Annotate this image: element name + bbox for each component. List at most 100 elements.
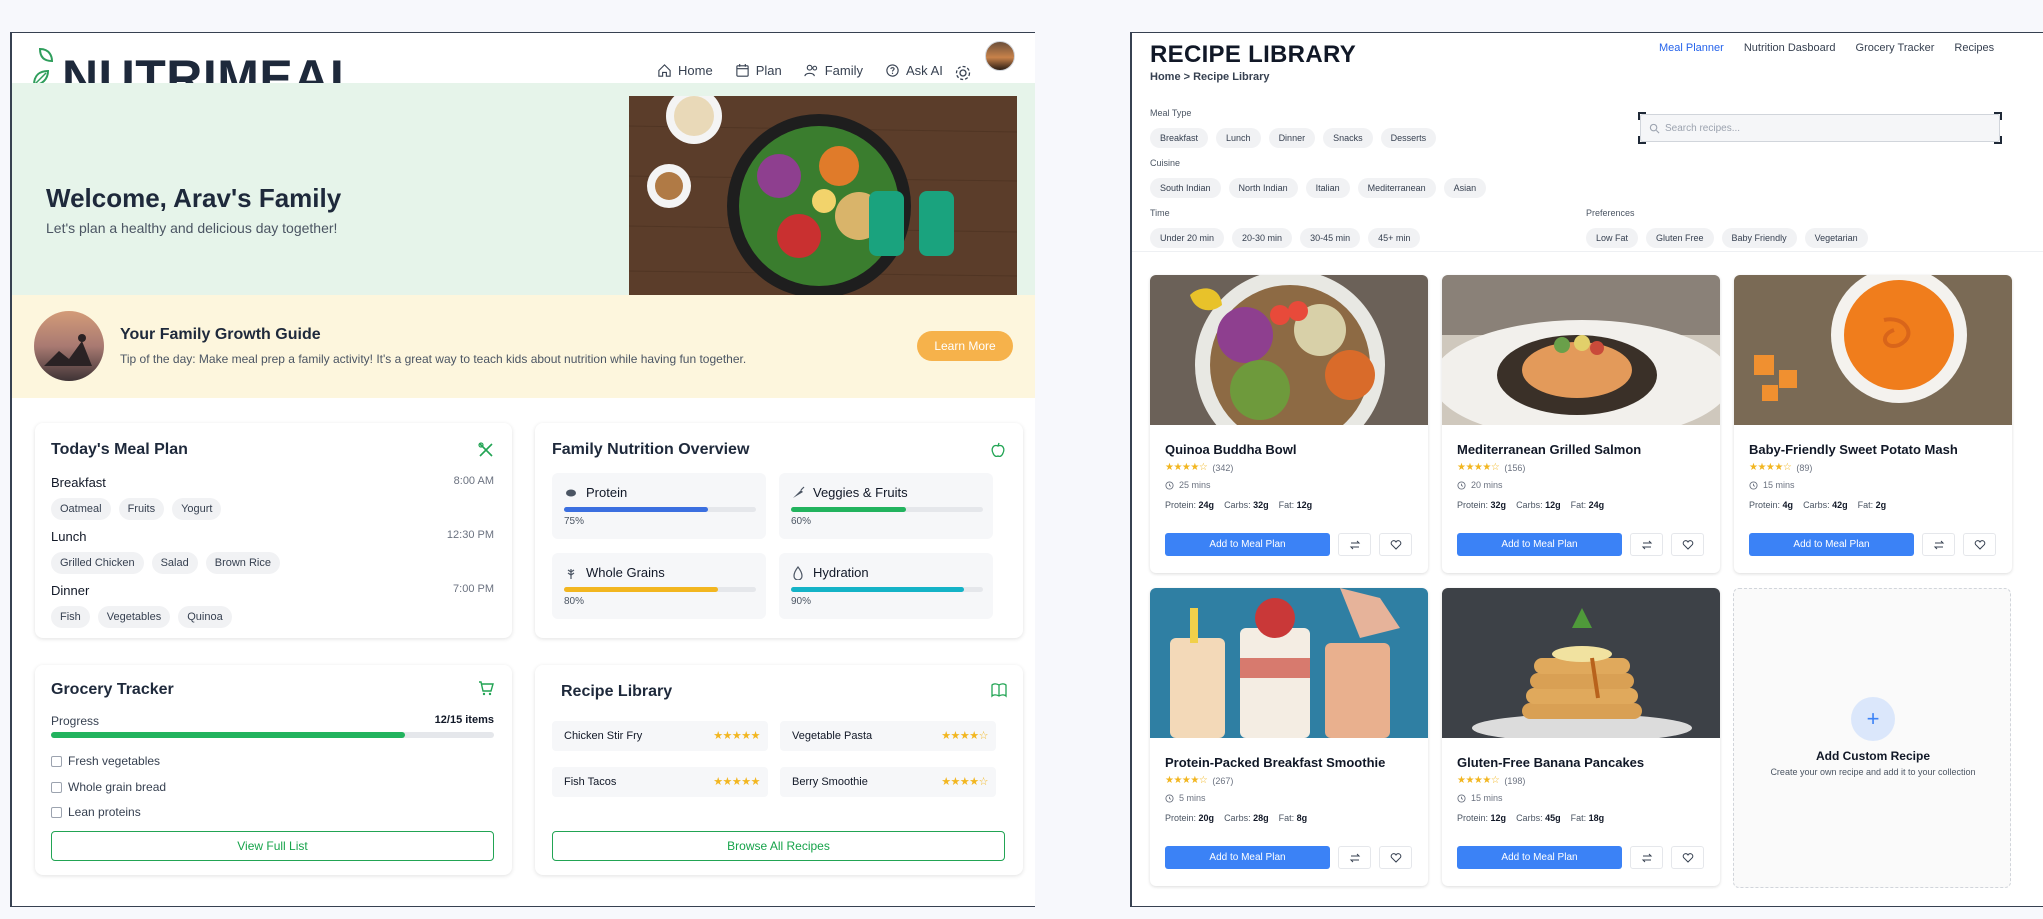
filter-chip[interactable]: Desserts	[1380, 128, 1437, 148]
checkbox[interactable]	[51, 806, 62, 818]
swap-button[interactable]	[1922, 533, 1955, 556]
star-rating: ★★★★★	[713, 776, 760, 788]
grocery-item[interactable]: Fresh vegetables	[51, 754, 160, 768]
favorite-button[interactable]	[1671, 846, 1704, 869]
recipe-card[interactable]: Quinoa Buddha Bowl ★★★★☆ (342) 25 mins Pr…	[1150, 275, 1428, 573]
filter-label-meal-type: Meal Type	[1150, 108, 1192, 118]
nav-family[interactable]: Family	[804, 63, 863, 78]
meal-name: Dinner	[51, 583, 90, 598]
meal-row-breakfast[interactable]: Breakfast 8:00 AM Oatmeal Fruits Yogurt	[51, 475, 494, 520]
users-icon	[804, 64, 817, 77]
meal-row-lunch[interactable]: Lunch 12:30 PM Grilled Chicken Salad Bro…	[51, 529, 494, 574]
book-icon	[991, 683, 1007, 698]
selection-corner	[1994, 136, 2002, 144]
filter-group-time: Under 20 min 20-30 min 30-45 min 45+ min	[1150, 228, 1421, 248]
learn-more-button[interactable]: Learn More	[917, 331, 1013, 361]
filter-chip[interactable]: Lunch	[1216, 128, 1261, 148]
recipe-card[interactable]: Baby-Friendly Sweet Potato Mash ★★★★☆ (89…	[1734, 275, 2012, 573]
favorite-button[interactable]	[1379, 533, 1412, 556]
search-input[interactable]: Search recipes...	[1640, 114, 2000, 142]
nav-grocery-tracker[interactable]: Grocery Tracker	[1856, 42, 1935, 54]
recipe-name: Vegetable Pasta	[792, 730, 873, 742]
filter-chip[interactable]: South Indian	[1150, 178, 1221, 198]
favorite-button[interactable]	[1379, 846, 1412, 869]
recipe-macros: Protein: 24g Carbs: 32g Fat: 12g	[1165, 500, 1312, 510]
checkbox[interactable]	[51, 755, 62, 767]
nav-meal-planner[interactable]: Meal Planner	[1659, 42, 1724, 54]
filter-group-meal-type: Breakfast Lunch Dinner Snacks Desserts	[1150, 128, 1437, 148]
filter-chip[interactable]: 45+ min	[1368, 228, 1421, 248]
meal-row-dinner[interactable]: Dinner 7:00 PM Fish Vegetables Quinoa	[51, 583, 494, 628]
grocery-progress-label: Progress	[51, 714, 100, 728]
fat-value: 12g	[1296, 500, 1313, 510]
recipe-card[interactable]: Gluten-Free Banana Pancakes ★★★★☆ (198) 1…	[1442, 588, 1720, 886]
add-to-meal-plan-button[interactable]: Add to Meal Plan	[1457, 846, 1622, 869]
swap-button[interactable]	[1630, 846, 1663, 869]
carbs-value: 42g	[1832, 500, 1848, 510]
breadcrumb[interactable]: Home > Recipe Library	[1150, 71, 1270, 83]
filter-chip[interactable]: Dinner	[1268, 128, 1316, 148]
swap-button[interactable]	[1338, 533, 1371, 556]
water-drop-icon	[793, 565, 803, 580]
macro-label: Carbs:	[1803, 500, 1830, 510]
nav-nutrition-dashboard[interactable]: Nutrition Dasboard	[1744, 42, 1836, 54]
filter-chip[interactable]: 30-45 min	[1300, 228, 1361, 248]
filter-chip[interactable]: Snacks	[1323, 128, 1373, 148]
add-to-meal-plan-button[interactable]: Add to Meal Plan	[1165, 846, 1330, 869]
recipe-rating: ★★★★☆ (89)	[1749, 462, 1812, 473]
swap-icon	[1349, 540, 1360, 549]
recipe-list-item[interactable]: Vegetable Pasta ★★★★☆	[780, 721, 996, 751]
filter-chip[interactable]: Asian	[1443, 178, 1487, 198]
view-full-list-button[interactable]: View Full List	[51, 831, 494, 861]
selection-corner	[1638, 112, 1646, 120]
nav-ask-ai[interactable]: Ask AI	[885, 63, 943, 78]
swap-icon	[1349, 853, 1360, 862]
nutrition-percent: 90%	[791, 596, 812, 607]
nutrition-label: Whole Grains	[586, 565, 665, 580]
grocery-tracker-card: Grocery Tracker Progress 12/15 items Fre…	[35, 665, 512, 875]
filter-chip[interactable]: 20-30 min	[1232, 228, 1293, 248]
yoga-silhouette-image	[34, 311, 104, 381]
gear-icon[interactable]	[954, 64, 972, 82]
browse-all-recipes-button[interactable]: Browse All Recipes	[552, 831, 1005, 861]
add-to-meal-plan-button[interactable]: Add to Meal Plan	[1457, 533, 1622, 556]
swap-button[interactable]	[1338, 846, 1371, 869]
recipe-time: 25 mins	[1165, 480, 1211, 490]
swap-button[interactable]	[1630, 533, 1663, 556]
filter-chip[interactable]: Gluten Free	[1646, 228, 1714, 248]
filter-chip[interactable]: Vegetarian	[1804, 228, 1868, 248]
grocery-title: Grocery Tracker	[51, 681, 174, 698]
recipe-list-item[interactable]: Chicken Stir Fry ★★★★★	[552, 721, 768, 751]
nav-home-label: Home	[678, 63, 713, 78]
recipe-library-page: RECIPE LIBRARY Home > Recipe Library Mea…	[1130, 32, 2043, 907]
avatar[interactable]	[985, 41, 1015, 71]
heart-icon	[1390, 539, 1401, 550]
plus-icon[interactable]: +	[1851, 697, 1895, 741]
add-to-meal-plan-button[interactable]: Add to Meal Plan	[1165, 533, 1330, 556]
filter-chip[interactable]: Under 20 min	[1150, 228, 1225, 248]
filter-chip[interactable]: Low Fat	[1586, 228, 1639, 248]
recipe-card[interactable]: Mediterranean Grilled Salmon ★★★★☆ (156) …	[1442, 275, 1720, 573]
filter-chip[interactable]: Breakfast	[1150, 128, 1209, 148]
nav-recipes[interactable]: Recipes	[1954, 42, 1994, 54]
filter-chip[interactable]: Mediterranean	[1357, 178, 1436, 198]
recipe-macros: Protein: 32g Carbs: 12g Fat: 24g	[1457, 500, 1604, 510]
filter-chip[interactable]: Italian	[1305, 178, 1350, 198]
grocery-item[interactable]: Whole grain bread	[51, 780, 166, 794]
favorite-button[interactable]	[1963, 533, 1996, 556]
filter-chip[interactable]: Baby Friendly	[1721, 228, 1797, 248]
favorite-button[interactable]	[1671, 533, 1704, 556]
nav-plan[interactable]: Plan	[735, 63, 782, 78]
nav-home[interactable]: Home	[657, 63, 713, 78]
add-to-meal-plan-button[interactable]: Add to Meal Plan	[1749, 533, 1914, 556]
filter-chip[interactable]: North Indian	[1228, 178, 1298, 198]
nutrition-label: Hydration	[813, 565, 869, 580]
recipe-list-item[interactable]: Fish Tacos ★★★★★	[552, 767, 768, 797]
recipe-list-item[interactable]: Berry Smoothie ★★★★☆	[780, 767, 996, 797]
grocery-item[interactable]: Lean proteins	[51, 805, 141, 819]
checkbox[interactable]	[51, 781, 62, 793]
recipe-card[interactable]: Protein-Packed Breakfast Smoothie ★★★★☆ (…	[1150, 588, 1428, 886]
protein-value: 4g	[1782, 500, 1794, 510]
recipe-rating: ★★★★☆ (156)	[1457, 462, 1525, 473]
add-custom-recipe-card[interactable]: + Add Custom Recipe Create your own reci…	[1733, 588, 2011, 888]
